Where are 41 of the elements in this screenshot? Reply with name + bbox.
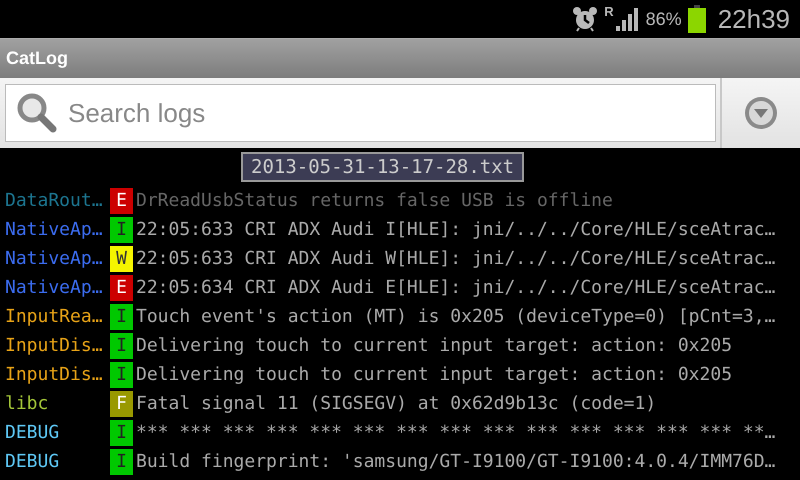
log-message: Build fingerprint: 'samsung/GT-I9100/GT-I9100:4.0.4/IMM76D…	[136, 451, 776, 472]
priority-badge: E	[110, 274, 133, 300]
log-message: Delivering touch to current input target: action: 0x205	[136, 335, 732, 356]
search-box[interactable]: Search logs	[5, 84, 716, 142]
log-message: 22:05:634 CRI ADX Audi E[HLE]: jni/../../Core/HLE/sceAtrac…	[136, 277, 776, 298]
log-tag: NativeAp…	[0, 219, 105, 240]
toast-message: 2013-05-31-13-17-28.txt	[241, 152, 524, 182]
priority-badge: F	[110, 390, 133, 416]
log-message: Touch event's action (MT) is 0x205 (deviceType=0) [pCnt=3,…	[136, 306, 776, 327]
log-tag: InputDis…	[0, 335, 105, 356]
log-tag: DataRout…	[0, 190, 105, 211]
battery-icon	[688, 5, 706, 33]
battery-percentage: 86%	[646, 8, 682, 30]
log-tag: DEBUG	[0, 451, 105, 472]
log-tag: DEBUG	[0, 422, 105, 443]
log-message: 22:05:633 CRI ADX Audi I[HLE]: jni/../../Core/HLE/sceAtrac…	[136, 219, 776, 240]
log-message: Delivering touch to current input target: action: 0x205	[136, 364, 732, 385]
roaming-indicator: R	[604, 4, 614, 19]
priority-badge: I	[110, 304, 133, 330]
log-tag: NativeAp…	[0, 248, 105, 269]
search-icon	[16, 92, 58, 134]
log-tag: NativeAp…	[0, 277, 105, 298]
log-tag: InputDis…	[0, 364, 105, 385]
priority-badge: W	[110, 246, 133, 272]
priority-badge: I	[110, 332, 133, 358]
priority-badge: I	[110, 216, 133, 242]
priority-badge: E	[110, 188, 133, 214]
priority-badge: I	[110, 420, 133, 446]
caret-icon	[743, 95, 779, 131]
log-message: 22:05:633 CRI ADX Audi W[HLE]: jni/../../Core/HLE/sceAtrac…	[136, 248, 776, 269]
priority-badge: I	[110, 362, 133, 388]
log-message: Fatal signal 11 (SIGSEGV) at 0x62d9b13c (code=1)	[136, 393, 656, 414]
priority-badge: I	[110, 448, 133, 474]
app-title: CatLog	[6, 48, 68, 69]
clock-time: 22h39	[718, 4, 790, 34]
signal-icon	[614, 6, 640, 32]
log-tag: InputRea…	[0, 306, 105, 327]
alarm-clock-icon	[572, 6, 598, 32]
log-tag: libc	[0, 393, 105, 414]
log-message: DrReadUsbStatus returns false USB is offline	[136, 190, 613, 211]
log-message: *** *** *** *** *** *** *** *** *** *** *** *** *** *** **…	[136, 422, 776, 443]
